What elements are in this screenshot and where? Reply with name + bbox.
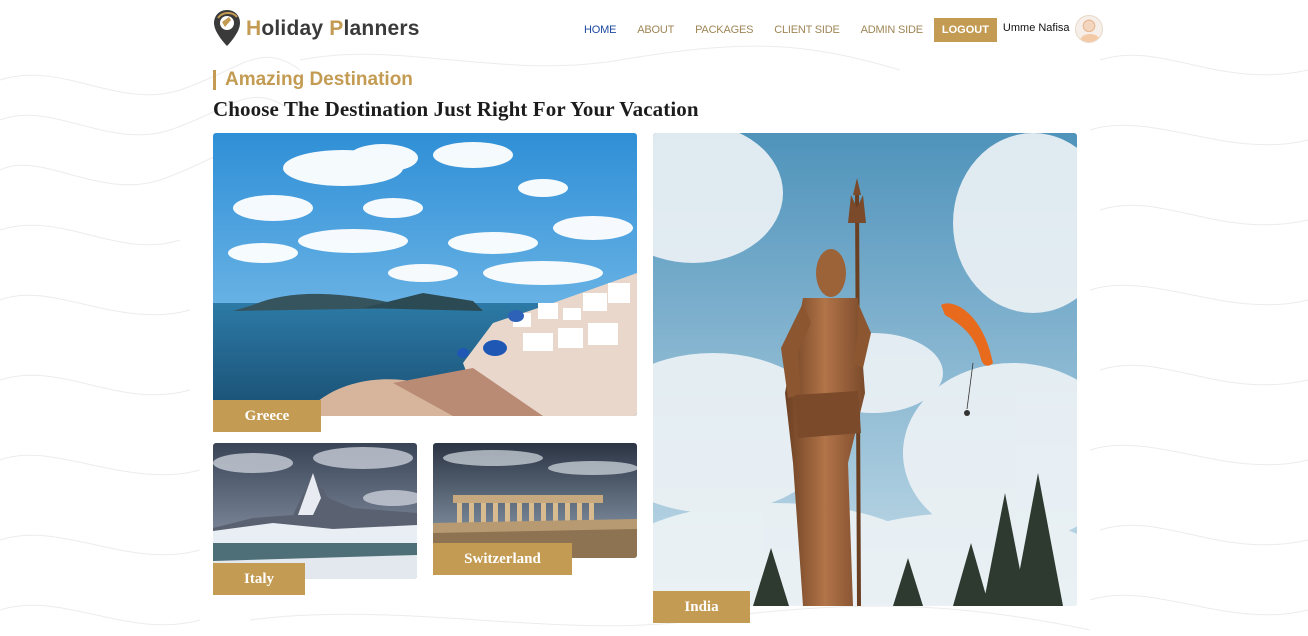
greece-image — [213, 133, 637, 416]
nav-about[interactable]: ABOUT — [637, 18, 674, 42]
nav-packages[interactable]: PACKAGES — [695, 18, 753, 42]
brand-name-h: H — [246, 17, 262, 40]
logout-button[interactable]: LOGOUT — [933, 17, 997, 42]
destination-card-italy[interactable]: Italy — [213, 443, 417, 595]
section-title: Choose The Destination Just Right For Yo… — [213, 97, 699, 121]
india-image — [653, 133, 1077, 606]
switzerland-image — [433, 443, 637, 558]
italy-label[interactable]: Italy — [213, 563, 305, 595]
italy-image — [213, 443, 417, 579]
brand-name-oliday: oliday — [261, 17, 330, 40]
destination-card-greece[interactable]: Greece — [213, 133, 637, 433]
map-pin-logo-icon — [214, 10, 240, 46]
site-header: Holiday Planners HOME ABOUT PACKAGES CLI… — [0, 0, 1308, 58]
destination-card-switzerland[interactable]: Switzerland — [433, 443, 637, 575]
nav-home[interactable]: HOME — [584, 18, 616, 42]
brand-name: Holiday Planners — [246, 17, 420, 41]
user-name: Umme Nafisa — [1002, 21, 1070, 34]
avatar[interactable] — [1074, 15, 1103, 43]
brand-name-lanners: lanners — [343, 17, 420, 40]
main-nav: HOME ABOUT PACKAGES CLIENT SIDE ADMIN SI… — [578, 15, 1103, 43]
nav-admin-side[interactable]: ADMIN SIDE — [861, 18, 923, 42]
eyebrow-bar — [213, 70, 216, 90]
destination-card-india[interactable]: India — [653, 133, 1077, 623]
nav-client-side[interactable]: CLIENT SIDE — [774, 18, 840, 42]
eyebrow-text: Amazing Destination — [225, 69, 413, 90]
india-label[interactable]: India — [653, 591, 750, 623]
greece-label[interactable]: Greece — [213, 400, 321, 432]
switzerland-label[interactable]: Switzerland — [433, 543, 572, 575]
brand-name-p: P — [329, 17, 344, 40]
section-eyebrow: Amazing Destination — [213, 69, 413, 91]
brand-logo[interactable]: Holiday Planners — [212, 8, 420, 48]
